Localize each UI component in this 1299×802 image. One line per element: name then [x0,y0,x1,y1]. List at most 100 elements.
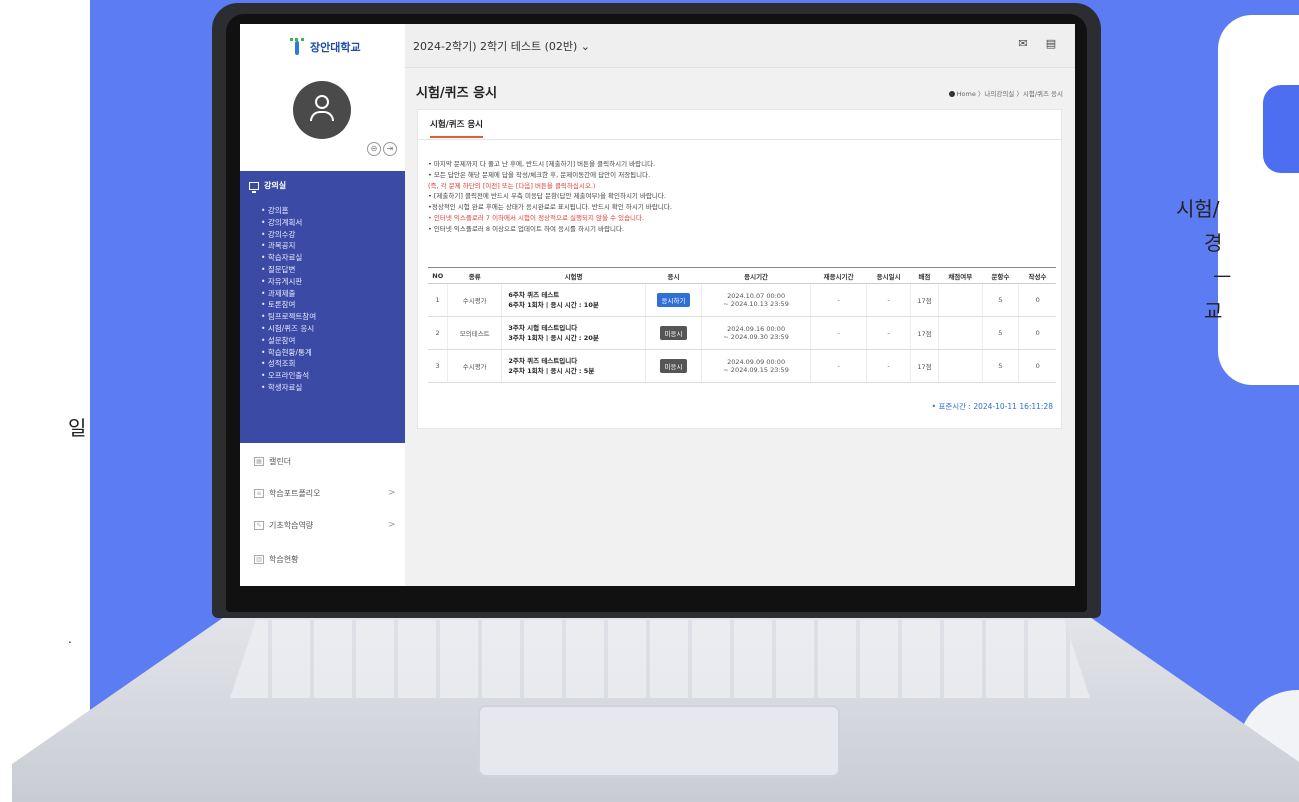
nav-item[interactable]: 시험/퀴즈 응시 [261,323,316,335]
avatar[interactable] [293,81,351,139]
notice-list: • 마지막 문제까지 다 풀고 난 후에, 반드시 [제출하기] 버튼을 클릭하… [428,159,672,235]
tab-quiz[interactable]: 시험/퀴즈 응시 [430,118,483,138]
university-logo[interactable]: 장안대학교 [288,38,361,56]
col-no: NO [428,267,448,284]
notice-item: • [제출하기] 클릭전에 반드시 우측 미응답 문항(답안 제출여부)을 확인… [428,192,666,201]
lock-icon[interactable]: ⊖ [367,142,381,156]
take-quiz-button[interactable]: 응시하기 [656,293,691,307]
cell-status: 미응시 [644,316,702,350]
edit-icon: ✎ [254,521,264,530]
nav-header[interactable]: 강의실 [249,180,286,193]
col-graded: 채점여부 [938,267,983,284]
col-taken: 응시일시 [866,267,911,284]
nav-item[interactable]: 강의홈 [261,205,316,217]
nav-item[interactable]: 학습현황/통계 [261,347,316,359]
section-label: 캘린더 [269,457,292,466]
not-taken-badge[interactable]: 미응시 [659,359,688,373]
period-start: 2024.10.07 00:00 [727,292,786,300]
section-label: 학습포트폴리오 [269,489,321,498]
notice-item: • 모든 답안은 해당 문제에 답을 작성/체크한 후, 문제이동간에 답안이 … [428,170,651,179]
laptop-trackpad [478,705,840,777]
cell-status: 응시하기 [644,283,702,317]
nav-item[interactable]: 설문참여 [261,335,316,347]
col-name: 시험명 [501,267,646,284]
cell-written: 0 [1018,283,1056,317]
cell-period: 2024.09.16 00:00 ~ 2024.09.30 23:59 [701,316,811,350]
left-text-fragment: 일 [68,416,87,440]
nav-item[interactable]: 자유게시판 [261,276,316,288]
cell-name: 2주차 퀴즈 테스트입니다 2주차 1회차 | 응시 시간 : 5분 [501,349,646,383]
sidebar-portfolio[interactable]: ≡ 학습포트폴리오 [254,488,321,499]
cell-graded [938,349,983,383]
cell-retake: - [809,349,867,383]
nav-item[interactable]: 과목공지 [261,240,316,252]
left-text-fragment: . [68,632,72,646]
period-end: ~ 2024.09.30 23:59 [723,333,789,341]
section-label: 학습현황 [269,555,299,564]
not-taken-badge[interactable]: 미응시 [659,326,688,340]
sidebar-learning-status[interactable]: ▥ 학습현황 [254,554,298,565]
card-text: 시험/ [1176,197,1220,221]
breadcrumb-text[interactable]: Home 〉나의강의실 〉시험/퀴즈 응시 [957,90,1063,98]
cell-no: 3 [428,349,448,383]
logo-mark-icon [288,38,306,56]
cell-retake: - [809,316,867,350]
notice-icon[interactable]: ▤ [1045,38,1057,50]
cell-score: 17점 [909,283,939,317]
quiz-subtitle: 2주차 1회차 | 응시 시간 : 5분 [508,367,595,375]
top-bar: 2024-2학기) 2학기 테스트 (02반) ⌄ ✉ ▤ [405,24,1075,68]
user-body-icon [310,111,334,121]
card-text: 경 [1204,231,1223,255]
cell-type: 수시평가 [447,283,502,317]
nav-item[interactable]: 오프라인출석 [261,370,316,382]
nav-item[interactable]: 강의계획서 [261,217,316,229]
laptop-keyboard [230,620,1090,698]
chevron-right-icon[interactable]: > [388,488,396,498]
col-items: 문항수 [982,267,1019,284]
cell-name: 6주차 퀴즈 테스트 6주차 1회차 | 응시 시간 : 10분 [501,283,646,317]
cell-period: 2024.09.09 00:00 ~ 2024.09.15 23:59 [701,349,811,383]
card-text: ㅡ [1213,265,1232,289]
notice-item: (즉, 각 문제 하단의 [이전] 또는 [다음] 버튼을 클릭하십시오.) [428,181,596,190]
mail-icon[interactable]: ✉ [1017,38,1029,50]
col-type: 종류 [447,267,502,284]
tab-divider [418,139,1061,140]
nav-item[interactable]: 질문답변 [261,264,316,276]
cell-taken: - [866,316,911,350]
card-icon-block [1263,85,1299,173]
chevron-right-icon[interactable]: > [388,520,396,530]
cell-type: 모의테스트 [447,316,502,350]
period-end: ~ 2024.10.13 23:59 [723,300,789,308]
logo-text: 장안대학교 [310,41,361,54]
nav-list: 강의홈 강의계획서 강의수강 과목공지 학습자료실 질문답변 자유게시판 과제제… [261,205,316,394]
col-score: 배점 [910,267,939,284]
classroom-nav: 강의실 강의홈 강의계획서 강의수강 과목공지 학습자료실 질문답변 자유게시판… [240,171,405,443]
nav-item[interactable]: 학생자료실 [261,382,316,394]
table-header-row: NO 종류 시험명 응시 응시기간 재응시기간 응시일시 배점 채점여부 문항수… [428,267,1056,284]
notice-item: •정상적인 시험 완료 후에는 상태가 응시완료로 표시됩니다. 반드시 확인 … [428,203,672,212]
nav-item[interactable]: 토론참여 [261,299,316,311]
course-selector[interactable]: 2024-2학기) 2학기 테스트 (02반) ⌄ [413,38,590,54]
user-head-icon [315,95,329,109]
logout-icon[interactable]: ⇥ [383,142,397,156]
home-icon[interactable] [948,91,955,97]
col-written: 작성수 [1018,267,1056,284]
sidebar-basic-skills[interactable]: ✎ 기초학습역량 [254,520,313,531]
nav-item[interactable]: 팀프로젝트참여 [261,311,316,323]
nav-item[interactable]: 학습자료실 [261,252,316,264]
notice-item: • 마지막 문제까지 다 풀고 난 후에, 반드시 [제출하기] 버튼을 클릭하… [428,160,656,168]
col-retake: 재응시기간 [810,267,867,284]
cell-score: 17점 [909,349,939,383]
cell-score: 17점 [909,316,939,350]
cell-name: 3주차 시험 테스트입니다 3주차 1회차 | 응시 시간 : 20분 [501,316,646,350]
period-end: ~ 2024.09.15 23:59 [723,366,789,374]
nav-item[interactable]: 강의수강 [261,229,316,241]
nav-item[interactable]: 성적조회 [261,358,316,370]
sidebar-calendar[interactable]: ▦ 캘린더 [254,456,291,467]
cell-period: 2024.10.07 00:00 ~ 2024.10.13 23:59 [701,283,811,317]
page-title: 시험/퀴즈 응시 [416,86,498,101]
quiz-title: 2주차 퀴즈 테스트입니다 [508,357,578,365]
col-period: 응시기간 [701,267,811,284]
nav-item[interactable]: 과제제출 [261,288,316,300]
cell-written: 0 [1018,316,1056,350]
